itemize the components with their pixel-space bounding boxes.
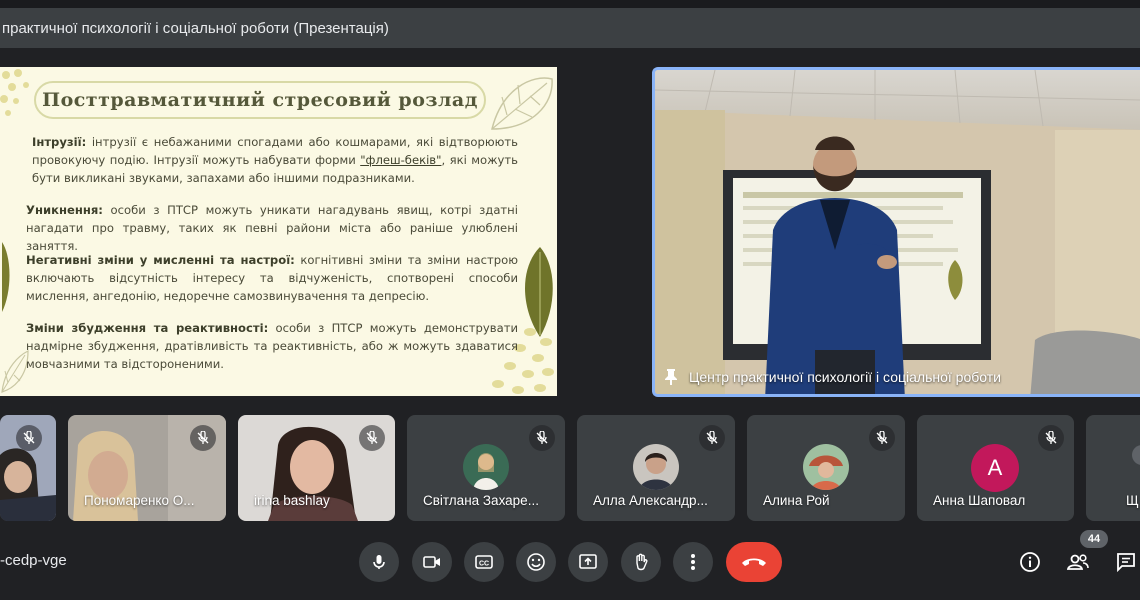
participant-tile[interactable]: Щ	[1086, 415, 1140, 521]
svg-text:CC: CC	[479, 561, 489, 568]
avatar-initial: А	[987, 455, 1003, 480]
camera-icon	[423, 556, 440, 568]
camera-button[interactable]	[412, 542, 452, 582]
more-options-icon	[691, 554, 695, 570]
meeting-code: -cedp-vge	[0, 552, 67, 569]
emoji-button[interactable]	[516, 542, 556, 582]
avatar	[633, 444, 679, 490]
participant-tile[interactable]: А Анна Шаповал	[917, 415, 1074, 521]
speaker-video-frame	[655, 70, 1140, 394]
raise-hand-icon	[636, 553, 648, 571]
emoji-icon	[527, 553, 545, 571]
present-icon	[579, 554, 597, 569]
mic-off-icon	[869, 425, 895, 451]
slide-paragraph-arousal: Зміни збудження та реактивності: особи з…	[26, 321, 518, 371]
main-speaker-video[interactable]: Центр практичної психології і соціальної…	[652, 67, 1140, 397]
main-video-name: Центр практичної психології і соціальної…	[689, 369, 1001, 385]
presentation-title-bar: практичної психології і соціальної робот…	[0, 8, 1140, 48]
participant-name: Пономаренко О...	[84, 493, 195, 508]
participant-name: Світлана Захаре...	[423, 493, 539, 508]
chat-button[interactable]	[1112, 548, 1140, 576]
presentation-slide: Посттравматичний стресовий розлад Інтруз…	[0, 67, 557, 396]
mic-off-icon	[359, 425, 385, 451]
captions-icon: CC	[475, 555, 493, 569]
participant-name: irina bashlay	[254, 493, 330, 508]
mic-off-icon	[190, 425, 216, 451]
participant-tile[interactable]: Пономаренко О...	[68, 415, 226, 521]
present-button[interactable]	[568, 542, 608, 582]
presentation-title: практичної психології і соціальної робот…	[2, 19, 389, 37]
fern-leaf-icon	[2, 242, 10, 312]
participant-name: Анна Шаповал	[933, 493, 1026, 508]
captions-button[interactable]: CC	[464, 542, 504, 582]
info-icon	[1020, 552, 1040, 572]
slide-paragraph-avoidance: Уникнення: особи з ПТСР можуть уникати н…	[26, 203, 518, 253]
top-strip	[0, 0, 1140, 8]
participant-tile[interactable]: Алина Рой	[747, 415, 905, 521]
end-call-button[interactable]	[726, 542, 782, 582]
mic-off-icon	[1038, 425, 1064, 451]
participant-name: Алла Александр...	[593, 493, 708, 508]
participant-tile-edge	[1132, 445, 1140, 465]
participant-count-badge: 44	[1080, 530, 1108, 548]
meeting-info-button[interactable]	[1016, 548, 1044, 576]
people-icon	[1066, 554, 1089, 570]
microphone-icon	[373, 555, 385, 569]
participant-tile[interactable]	[0, 415, 56, 521]
end-call-icon	[742, 558, 766, 566]
avatar	[463, 444, 509, 490]
avatar	[803, 444, 849, 490]
participant-tile[interactable]: irina bashlay	[238, 415, 395, 521]
participant-tile[interactable]: Світлана Захаре...	[407, 415, 565, 521]
slide-title: Посттравматичний стресовий розлад	[34, 81, 486, 119]
participant-name: Алина Рой	[763, 493, 830, 508]
people-button[interactable]	[1064, 548, 1092, 576]
slide-paragraph-intrusions: Інтрузії: інтрузії є небажаними спогадам…	[32, 135, 518, 185]
more-options-button[interactable]	[673, 542, 713, 582]
participant-tile[interactable]: Алла Александр...	[577, 415, 735, 521]
slide-paragraph-negative-changes: Негативні зміни у мисленні та настрої: к…	[26, 253, 518, 303]
raise-hand-button[interactable]	[621, 542, 661, 582]
mic-off-icon	[699, 425, 725, 451]
chat-icon	[1117, 553, 1135, 573]
mic-off-icon	[529, 425, 555, 451]
pin-icon[interactable]	[663, 368, 679, 386]
microphone-button[interactable]	[359, 542, 399, 582]
avatar: А	[971, 444, 1019, 492]
main-video-label: Центр практичної психології і соціальної…	[663, 368, 1001, 386]
mic-off-icon	[16, 425, 42, 451]
